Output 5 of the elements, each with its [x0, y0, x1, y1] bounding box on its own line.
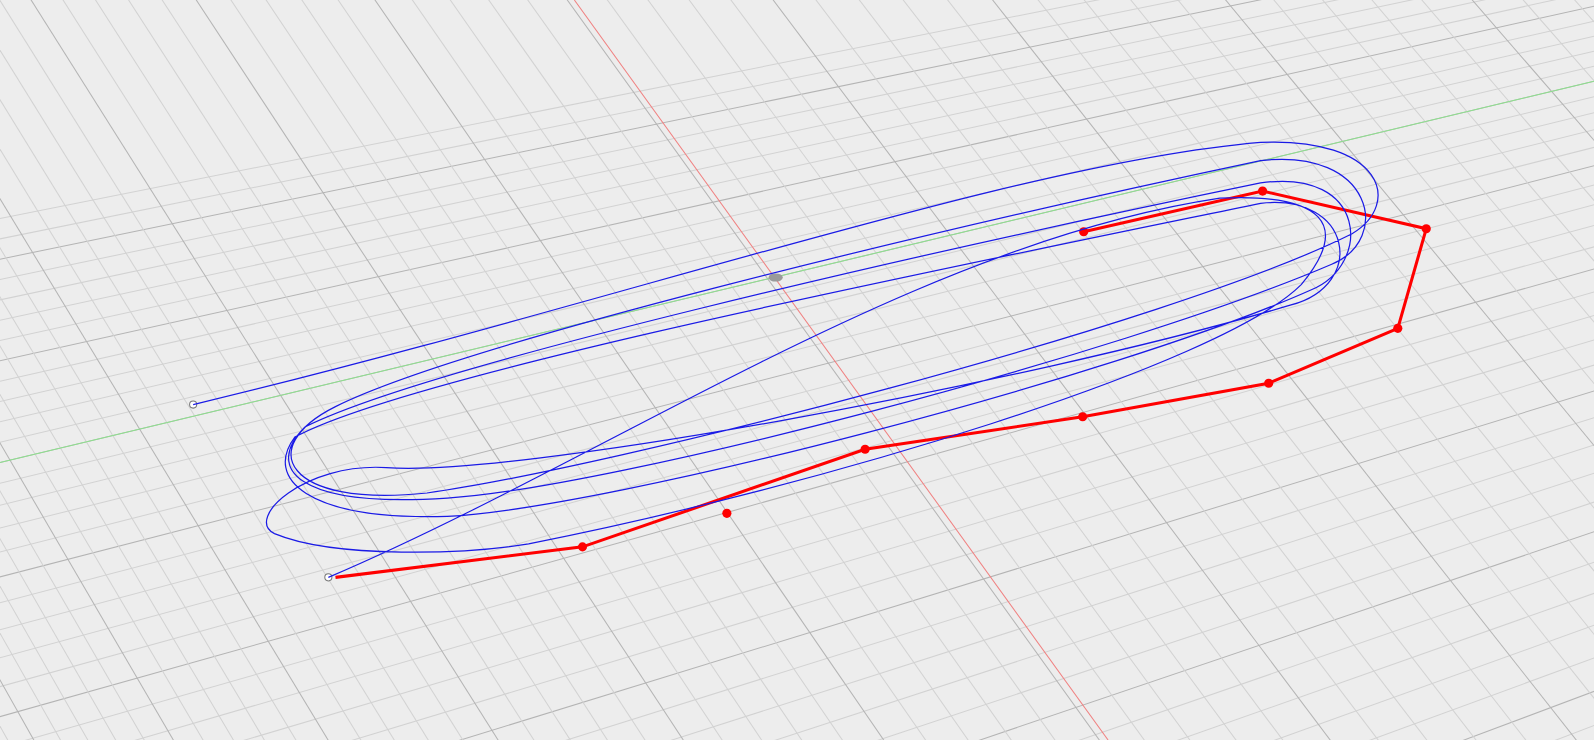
origin-marker [768, 273, 783, 282]
curve[interactable] [192, 141, 1379, 578]
control-polygon[interactable] [335, 186, 1431, 579]
start-point[interactable] [324, 573, 333, 582]
end-point[interactable] [189, 400, 198, 409]
